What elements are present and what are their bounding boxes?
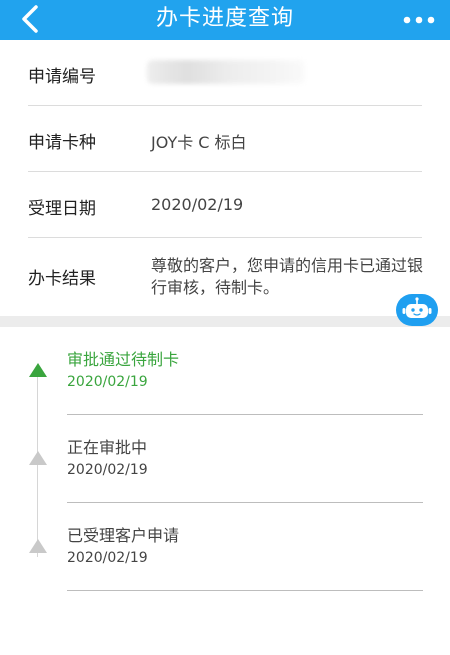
page-title: 办卡进度查询 — [155, 6, 294, 31]
timeline-date: 2020/02/19 — [67, 374, 148, 390]
info-label: 申请编号 — [28, 67, 96, 87]
info-label: 申请卡种 — [28, 133, 96, 153]
more-dots-icon — [403, 16, 435, 24]
top-bar: 办卡进度查询 — [0, 0, 450, 40]
more-button[interactable] — [402, 8, 436, 32]
assistant-button[interactable] — [396, 294, 438, 326]
divider — [67, 590, 423, 591]
timeline-title: 已受理客户申请 — [67, 526, 180, 545]
timeline-item: 正在审批中 2020/02/19 — [67, 415, 423, 503]
timeline-item: 已受理客户申请 2020/02/19 — [67, 503, 423, 591]
timeline-title: 正在审批中 — [67, 438, 148, 457]
timeline-marker — [29, 539, 47, 553]
info-value: 2020/02/19 — [151, 195, 244, 214]
info-label: 受理日期 — [28, 199, 96, 219]
timeline-item: 审批通过待制卡 2020/02/19 — [67, 327, 423, 415]
redacted-value — [147, 60, 305, 84]
info-row-result: 办卡结果 尊敬的客户，您申请的信用卡已通过银行审核，待制卡。 — [0, 238, 450, 316]
progress-timeline: 审批通过待制卡 2020/02/19 正在审批中 2020/02/19 已受理客… — [0, 327, 450, 655]
info-value: 尊敬的客户，您申请的信用卡已通过银行审核，待制卡。 — [151, 256, 424, 297]
robot-icon — [396, 294, 438, 326]
info-row-accept-date: 受理日期 2020/02/19 — [0, 172, 450, 238]
info-row-application-number: 申请编号 — [0, 40, 450, 106]
timeline-marker — [29, 451, 47, 465]
info-row-card-type: 申请卡种 JOY卡 C 标白 — [0, 106, 450, 172]
section-gap — [0, 316, 450, 327]
application-info: 申请编号 申请卡种 JOY卡 C 标白 受理日期 2020/02/19 办卡结果… — [0, 40, 450, 316]
info-value: JOY卡 C 标白 — [151, 133, 247, 152]
timeline-marker-active — [29, 363, 47, 377]
info-label: 办卡结果 — [28, 269, 96, 289]
timeline-date: 2020/02/19 — [67, 550, 148, 566]
timeline-date: 2020/02/19 — [67, 462, 148, 478]
timeline-title: 审批通过待制卡 — [67, 350, 180, 369]
